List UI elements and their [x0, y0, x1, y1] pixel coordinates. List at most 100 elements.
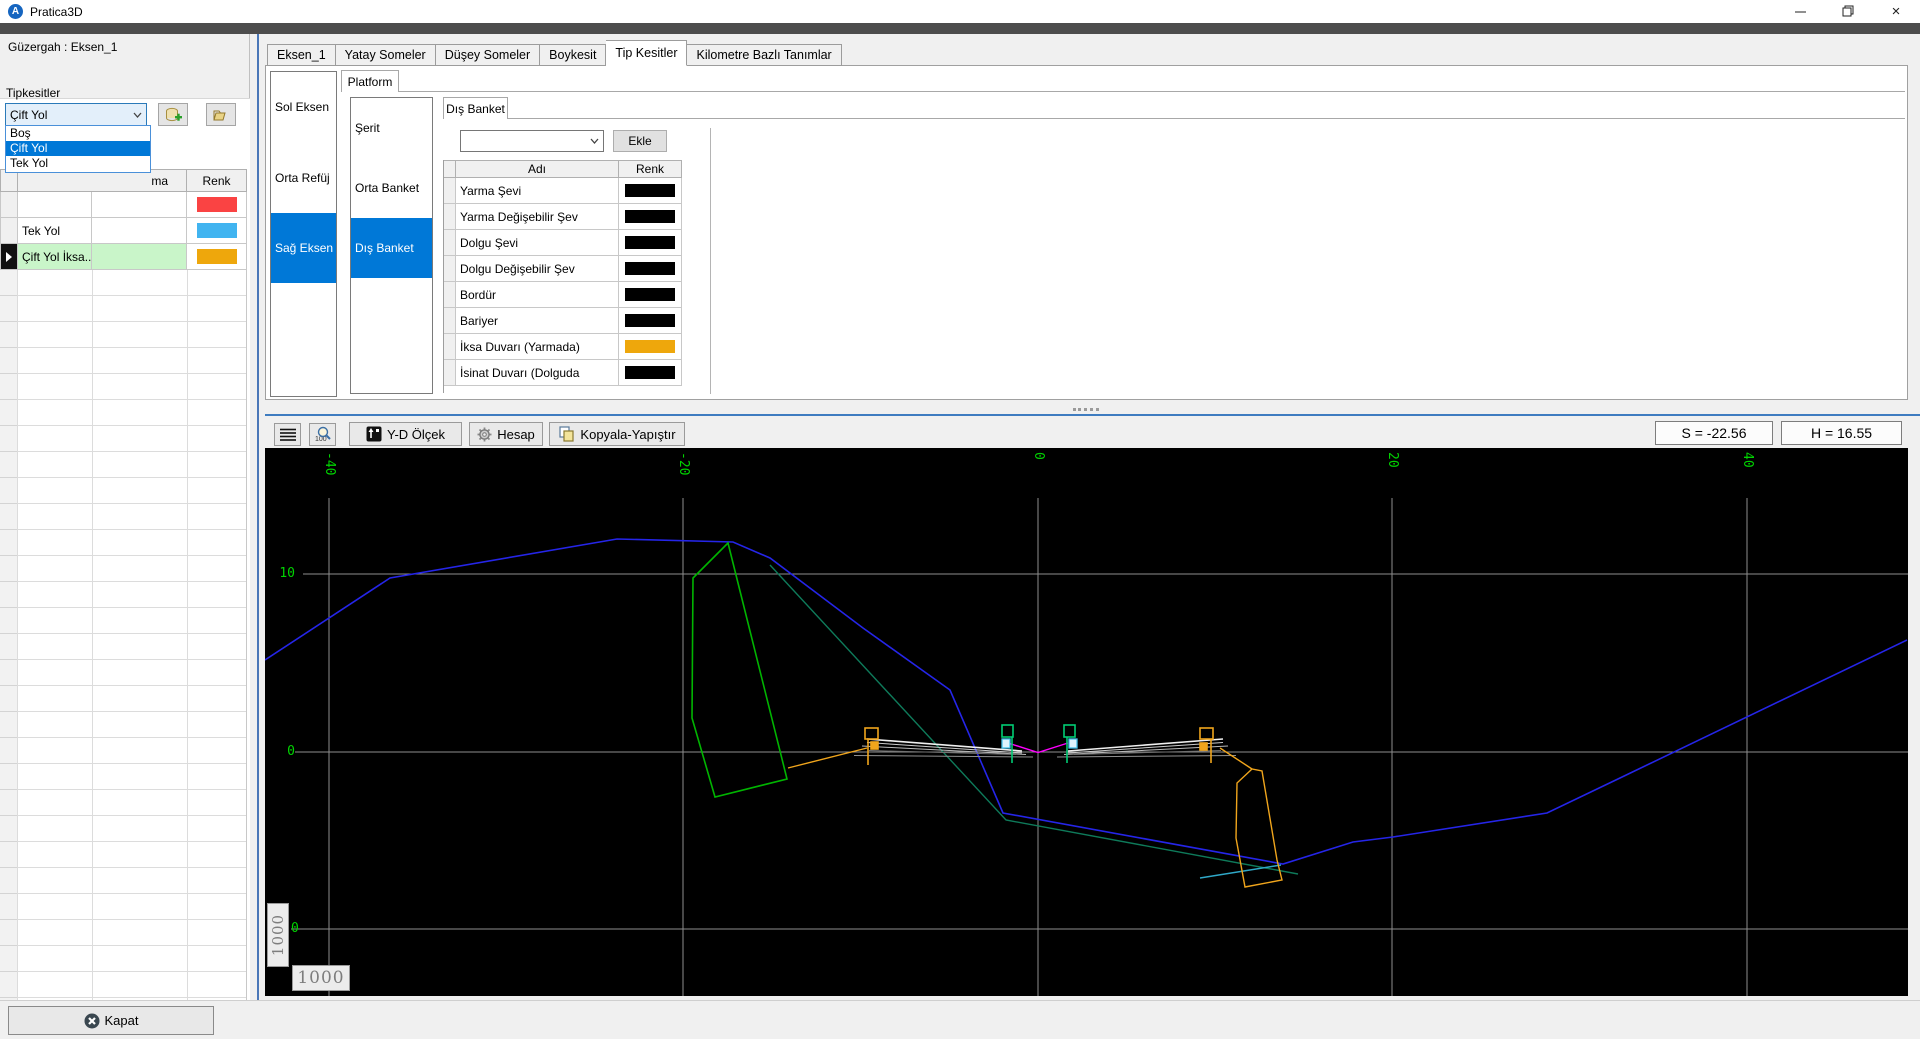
gear-icon [477, 427, 492, 441]
element-color-cell[interactable] [619, 360, 682, 386]
tipkesit-desc-cell[interactable] [92, 192, 187, 218]
section-item-serit[interactable]: Şerit [351, 98, 432, 158]
add-table-icon [165, 107, 182, 121]
element-name-cell[interactable]: İksa Duvarı (Yarmada) [456, 334, 619, 360]
tab-kilometre-bazli-tanimlar[interactable]: Kilometre Bazlı Tanımlar [687, 44, 842, 66]
tipkesit-desc-cell[interactable] [92, 244, 187, 270]
tab-dusey-someler[interactable]: Düşey Someler [435, 44, 541, 66]
row-selector[interactable] [444, 282, 456, 308]
application-window: A Pratica3D × Güzergah : Eksen_1 Tipkesi… [0, 0, 1920, 1039]
zoom-100-icon: 100 [315, 426, 331, 443]
element-name-cell[interactable]: Dolgu Değişebilir Şev [456, 256, 619, 282]
layers-button[interactable] [274, 423, 301, 446]
tipkesit-color-cell[interactable] [187, 244, 247, 270]
grid-lines [291, 498, 1908, 996]
splitter-accent-line [265, 414, 1920, 416]
horizontal-scale-value: 1000 [297, 968, 345, 988]
color-swatch[interactable] [196, 249, 237, 264]
row-selector[interactable] [444, 334, 456, 360]
tipkesit-name-cell[interactable] [18, 192, 92, 218]
row-selector[interactable] [444, 178, 456, 204]
color-swatch[interactable] [625, 236, 675, 249]
open-tipkesit-button[interactable] [206, 103, 236, 126]
section-list: Şerit Orta Banket Dış Banket [350, 97, 433, 394]
renk-column-header[interactable]: Renk [187, 169, 247, 192]
kopyala-yapistir-button[interactable]: Kopyala-Yapıştır [549, 422, 685, 446]
section-item-orta-banket[interactable]: Orta Banket [351, 158, 432, 218]
tab-dis-banket[interactable]: Dış Banket [443, 97, 508, 119]
ekle-button[interactable]: Ekle [613, 130, 667, 152]
tipkesit-desc-cell[interactable] [92, 218, 187, 244]
color-swatch[interactable] [196, 223, 237, 238]
element-color-cell[interactable] [619, 204, 682, 230]
row-selector[interactable] [0, 192, 18, 218]
tab-yatay-someler[interactable]: Yatay Someler [335, 44, 436, 66]
color-swatch[interactable] [625, 288, 675, 301]
terrain-line [264, 538, 1908, 865]
color-swatch[interactable] [625, 366, 675, 379]
element-name-cell[interactable]: Yarma Şevi [456, 178, 619, 204]
axis-item-sag-eksen[interactable]: Sağ Eksen [271, 213, 336, 283]
kapat-button[interactable]: Kapat [8, 1006, 214, 1035]
row-selector[interactable] [0, 218, 18, 244]
banket-element-combobox[interactable] [460, 130, 604, 152]
element-color-cell[interactable] [619, 282, 682, 308]
title-bar: A Pratica3D × [0, 0, 1920, 23]
element-name-cell[interactable]: İsinat Duvarı (Dolguda [456, 360, 619, 386]
adi-column-header[interactable]: Adı [456, 160, 619, 178]
footer-bar: Kapat [0, 1000, 1920, 1039]
tipkesit-combobox[interactable]: Çift Yol [5, 103, 147, 126]
add-tipkesit-button[interactable] [158, 103, 188, 126]
section-item-dis-banket[interactable]: Dış Banket [351, 218, 432, 278]
cross-section-canvas[interactable]: -40 -20 0 20 40 10 0 0 1000 1000 [264, 448, 1908, 996]
element-name-cell[interactable]: Yarma Değişebilir Şev [456, 204, 619, 230]
axis-item-sol-eksen[interactable]: Sol Eksen [271, 72, 336, 142]
row-selector[interactable] [444, 360, 456, 386]
axis-item-orta-refuj[interactable]: Orta Refüj [271, 142, 336, 213]
color-swatch[interactable] [625, 262, 675, 275]
svg-text:100: 100 [315, 436, 327, 443]
tipkesit-color-cell[interactable] [187, 192, 247, 218]
minimize-button[interactable] [1783, 0, 1817, 22]
row-selector[interactable] [444, 230, 456, 256]
close-button[interactable]: × [1879, 0, 1913, 22]
kapat-label: Kapat [104, 1013, 139, 1028]
row-selector[interactable] [444, 256, 456, 282]
element-color-cell[interactable] [619, 178, 682, 204]
element-name-cell[interactable]: Dolgu Şevi [456, 230, 619, 256]
horizontal-scale-box: 1000 [292, 965, 350, 991]
color-swatch[interactable] [625, 210, 675, 223]
element-color-cell[interactable] [619, 230, 682, 256]
dropdown-option-cift-yol[interactable]: Çift Yol [6, 141, 150, 156]
hesap-button[interactable]: Hesap [469, 422, 543, 446]
row-selector[interactable] [444, 204, 456, 230]
restore-button[interactable] [1831, 0, 1865, 22]
tipkesit-color-cell[interactable] [187, 218, 247, 244]
tab-platform[interactable]: Platform [341, 70, 399, 92]
element-name-cell[interactable]: Bordür [456, 282, 619, 308]
row-selector-current[interactable] [0, 244, 18, 270]
color-swatch[interactable] [625, 340, 675, 353]
tipkesit-name-cell[interactable]: Tek Yol [18, 218, 92, 244]
tab-eksen-1[interactable]: Eksen_1 [267, 44, 336, 66]
tipkesit-name-cell[interactable]: Çift Yol İksa... [18, 244, 92, 270]
element-color-cell[interactable] [619, 256, 682, 282]
color-swatch[interactable] [625, 314, 675, 327]
zoom-100-button[interactable]: 100 [309, 423, 336, 446]
row-selector[interactable] [444, 308, 456, 334]
tab-boykesit[interactable]: Boykesit [540, 44, 607, 66]
y-tick-label: 10 [279, 566, 295, 581]
dropdown-option-tek-yol[interactable]: Tek Yol [6, 156, 150, 171]
element-color-cell[interactable] [619, 308, 682, 334]
wall-marker-right [1199, 727, 1214, 763]
element-color-cell[interactable] [619, 334, 682, 360]
vertical-splitter[interactable] [251, 34, 265, 1000]
hamburger-icon [279, 428, 296, 441]
renk-column-header[interactable]: Renk [619, 160, 682, 178]
element-name-cell[interactable]: Bariyer [456, 308, 619, 334]
yd-olcek-button[interactable]: Y-D Ölçek [349, 422, 462, 446]
dropdown-option-bos[interactable]: Boş [6, 126, 150, 141]
tab-tip-kesitler[interactable]: Tip Kesitler [606, 40, 688, 66]
color-swatch[interactable] [196, 197, 237, 212]
color-swatch[interactable] [625, 184, 675, 197]
